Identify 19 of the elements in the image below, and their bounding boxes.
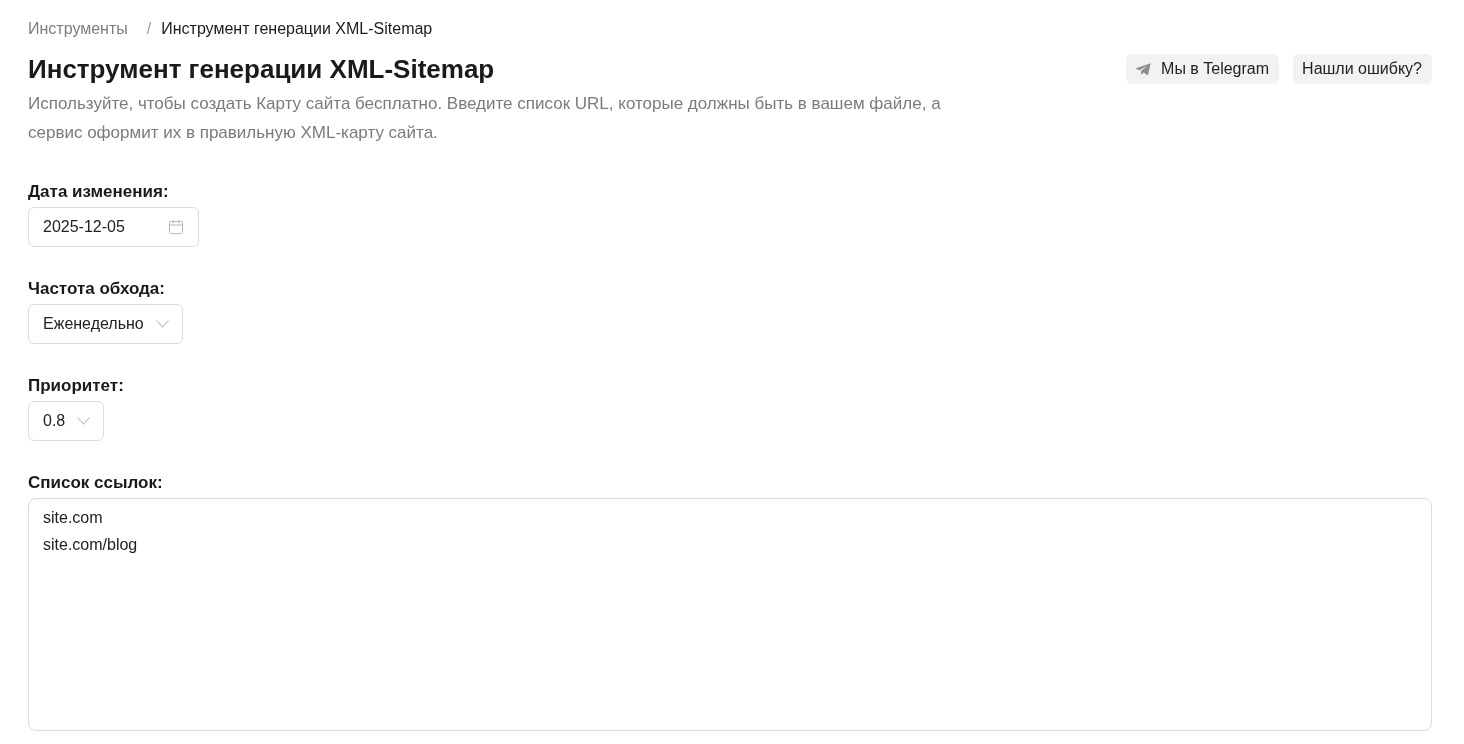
- date-input[interactable]: 2025-12-05: [28, 207, 199, 247]
- paper-plane-icon: [1135, 62, 1152, 76]
- breadcrumb-current: Инструмент генерации XML-Sitemap: [161, 19, 433, 39]
- calendar-icon: [169, 220, 183, 234]
- chevron-down-icon: [77, 417, 91, 425]
- field-label: Дата изменения:: [28, 182, 170, 202]
- page-description: Используйте, чтобы создать Карту сайта бесплатно. Введите список URL, которые должны быть в вашем файле, а сервис оформит их в правильную XML-карту сайта.: [28, 93, 942, 144]
- dropdown-select[interactable]: Еженедельно: [28, 304, 183, 344]
- telegram-button[interactable]: Мы в Telegram: [1126, 54, 1280, 84]
- chevron-down-icon: [155, 320, 169, 328]
- field-label: Приоритет:: [28, 376, 125, 396]
- breadcrumb-separator: /: [146, 19, 152, 39]
- page-title: Инструмент генерации XML-Sitemap: [28, 53, 496, 85]
- breadcrumb-link[interactable]: Инструменты: [28, 19, 128, 39]
- links-textarea[interactable]: site.com site.com/blog: [28, 498, 1432, 731]
- field-label: Частота обхода:: [28, 279, 166, 299]
- field-label: Список ссылок:: [28, 473, 164, 493]
- dropdown-select[interactable]: 0.8: [28, 401, 105, 441]
- feedback-button[interactable]: Нашли ошибку?: [1293, 54, 1432, 84]
